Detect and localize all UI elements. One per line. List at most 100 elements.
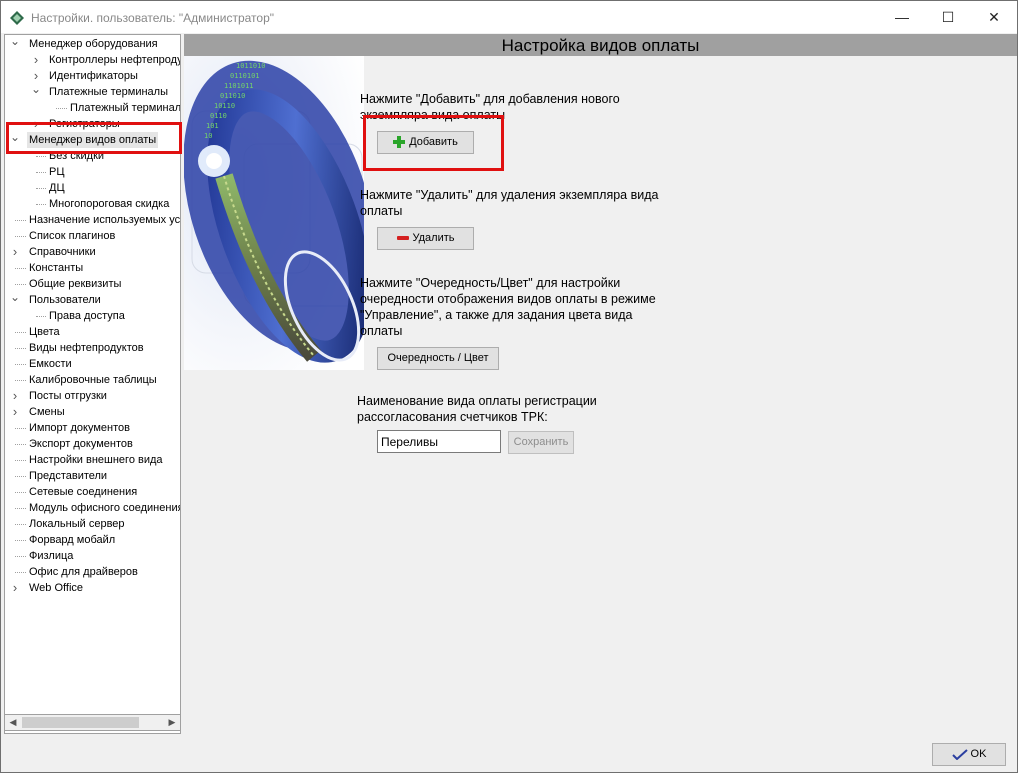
tree-item-label: Модуль офисного соединения (29, 502, 181, 514)
ok-button-label: OK (970, 748, 987, 760)
close-button[interactable]: ✕ (971, 1, 1017, 33)
chevron-down-icon[interactable]: ⌄ (10, 35, 20, 52)
tree-item-label: Смены (29, 406, 65, 418)
scroll-left-icon[interactable]: ◀ (5, 715, 21, 730)
tree-connector (15, 444, 26, 445)
tree-connector (36, 204, 46, 205)
tree-item[interactable]: Настройки внешнего вида (5, 452, 180, 468)
delete-button-label: Удалить (412, 232, 455, 244)
tree-connector (15, 380, 26, 381)
tree-item-label: ДЦ (49, 182, 65, 194)
tree-connector (36, 172, 46, 173)
svg-text:10110: 10110 (214, 102, 235, 110)
tree-connector (15, 348, 26, 349)
delete-button[interactable]: Удалить (377, 227, 474, 250)
tree-item[interactable]: › Смены (5, 404, 180, 420)
settings-window: Настройки. пользователь: "Администратор"… (0, 0, 1018, 773)
tree-item-label: Физлица (29, 550, 74, 562)
tree-item[interactable]: Многопороговая скидка (5, 196, 180, 212)
tree-connector (15, 236, 26, 237)
order-color-button[interactable]: Очередность / Цвет (377, 347, 499, 370)
tree-item[interactable]: › Справочники (5, 244, 180, 260)
chevron-right-icon[interactable]: › (10, 244, 20, 260)
tree-item-label: Web Office (29, 582, 84, 594)
tree-item[interactable]: ⌄ Менеджер оборудования (5, 35, 180, 52)
tree-item[interactable]: › Web Office (5, 580, 180, 596)
order-description: Нажмите "Очередность/Цвет" для настройки… (360, 276, 656, 338)
tree-item[interactable]: Список плагинов (5, 228, 180, 244)
scrollbar-thumb[interactable] (22, 717, 139, 728)
tree-connector (15, 524, 26, 525)
tree-connector (36, 156, 46, 157)
tree-connector (15, 508, 26, 509)
svg-text:0110101: 0110101 (230, 72, 260, 80)
tree-item-label: Форвард мобайл (29, 534, 116, 546)
tree-item[interactable]: Физлица (5, 548, 180, 564)
tree-item-label: Офис для драйверов (29, 566, 138, 578)
tree-item[interactable]: Назначение используемых устройств (5, 212, 181, 228)
title-bar: Настройки. пользователь: "Администратор"… (1, 1, 1017, 33)
tree-item[interactable]: ⌄ Платежные терминалы (5, 83, 180, 100)
tree-item-label: Платежный терминал (70, 102, 181, 114)
svg-text:011010: 011010 (220, 92, 245, 100)
tree-item[interactable]: › Посты отгрузки (5, 388, 180, 404)
chevron-right-icon[interactable]: › (10, 404, 20, 420)
tree-item[interactable]: Виды нефтепродуктов (5, 340, 180, 356)
minimize-button[interactable]: — (879, 1, 925, 33)
tree-item[interactable]: Локальный сервер (5, 516, 180, 532)
tree-item[interactable]: Константы (5, 260, 180, 276)
tree-item[interactable]: › Контроллеры нефтепродуктов (5, 52, 180, 68)
tree-item[interactable]: Представители (5, 468, 180, 484)
tree-item[interactable]: Офис для драйверов (5, 564, 180, 580)
tree-item[interactable]: Сетевые соединения (5, 484, 180, 500)
tree-connector (15, 268, 26, 269)
tree-item-label: Идентификаторы (49, 70, 138, 82)
chevron-right-icon[interactable]: › (31, 52, 41, 68)
tree-item[interactable]: Экспорт документов (5, 436, 180, 452)
tree-connector (15, 332, 26, 333)
tree-item[interactable]: Права доступа (5, 308, 180, 324)
app-icon (10, 11, 24, 25)
tree-item[interactable]: Платежный терминал (5, 100, 181, 116)
chevron-right-icon[interactable]: › (10, 388, 20, 404)
tree-item[interactable]: Калибровочные таблицы (5, 372, 180, 388)
decorative-illustration: 1011010 0110101 1101011 011010 10110 011… (184, 56, 364, 370)
tree-item[interactable]: ДЦ (5, 180, 180, 196)
ok-button[interactable]: OK (932, 743, 1006, 766)
maximize-button[interactable]: ☐ (925, 1, 971, 33)
tree-item-label: Виды нефтепродуктов (29, 342, 144, 354)
chevron-down-icon[interactable]: ⌄ (31, 83, 41, 100)
tree-item-label: Многопороговая скидка (49, 198, 170, 210)
tree-item[interactable]: Емкости (5, 356, 180, 372)
checkmark-icon (951, 748, 968, 760)
payment-types-panel: Настройка видов оплаты 1011010 0110101 1… (184, 34, 1017, 734)
save-button[interactable]: Сохранить (508, 431, 574, 454)
tree-item[interactable]: Цвета (5, 324, 180, 340)
highlight-tree-item (6, 122, 182, 154)
tree-item[interactable]: Форвард мобайл (5, 532, 180, 548)
tree-item-label: Локальный сервер (29, 518, 125, 530)
payment-name-input[interactable] (377, 430, 501, 453)
svg-text:1011010: 1011010 (236, 62, 266, 70)
tree-item[interactable]: Модуль офисного соединения (5, 500, 181, 516)
tree-item[interactable]: ⌄ Пользователи (5, 291, 180, 308)
tree-item-label: Калибровочные таблицы (29, 374, 157, 386)
tree-horizontal-scrollbar[interactable]: ◀ ▶ (4, 714, 181, 731)
scroll-right-icon[interactable]: ▶ (164, 715, 180, 730)
tree-item-label: Назначение используемых устройств (29, 214, 181, 226)
tree-item-label: Константы (29, 262, 84, 274)
tree-item-label: Представители (29, 470, 108, 482)
tree-item-label: Менеджер оборудования (29, 38, 158, 50)
tree-connector (15, 492, 26, 493)
chevron-down-icon[interactable]: ⌄ (10, 291, 20, 308)
svg-text:0110: 0110 (210, 112, 227, 120)
chevron-right-icon[interactable]: › (10, 580, 20, 596)
delete-description: Нажмите "Удалить" для удаления экземпляр… (360, 188, 659, 218)
tree-item-label: Емкости (29, 358, 72, 370)
tree-item-label: Общие реквизиты (29, 278, 122, 290)
tree-item-label: Экспорт документов (29, 438, 133, 450)
tree-item[interactable]: РЦ (5, 164, 180, 180)
tree-connector (15, 460, 26, 461)
tree-item[interactable]: Импорт документов (5, 420, 180, 436)
tree-item[interactable]: Общие реквизиты (5, 276, 180, 292)
